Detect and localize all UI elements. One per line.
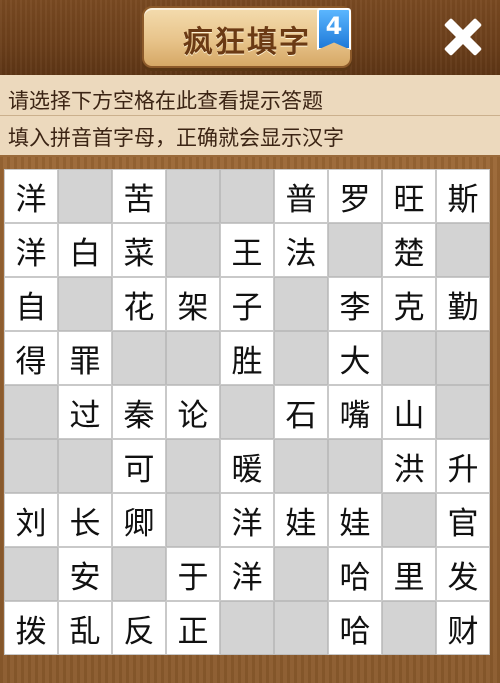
- blank-cell[interactable]: [166, 439, 220, 493]
- filled-cell[interactable]: 洋: [220, 493, 274, 547]
- filled-cell[interactable]: 花: [112, 277, 166, 331]
- filled-cell[interactable]: 安: [58, 547, 112, 601]
- blank-cell[interactable]: [166, 331, 220, 385]
- filled-cell[interactable]: 洋: [220, 547, 274, 601]
- blank-cell[interactable]: [274, 439, 328, 493]
- blank-cell[interactable]: [220, 601, 274, 655]
- blank-cell[interactable]: [220, 385, 274, 439]
- filled-cell[interactable]: 卿: [112, 493, 166, 547]
- filled-cell[interactable]: 法: [274, 223, 328, 277]
- hint-divider: [0, 115, 500, 116]
- filled-cell[interactable]: 苦: [112, 169, 166, 223]
- puzzle-board: 洋苦普罗旺斯洋白菜王法楚自花架子李克勤得罪胜大过秦论石嘴山可暖洪升刘长卿洋娃娃官…: [0, 157, 500, 683]
- filled-cell[interactable]: 过: [58, 385, 112, 439]
- blank-cell[interactable]: [166, 223, 220, 277]
- filled-cell[interactable]: 升: [436, 439, 490, 493]
- filled-cell[interactable]: 白: [58, 223, 112, 277]
- blank-cell[interactable]: [4, 547, 58, 601]
- blank-cell[interactable]: [58, 277, 112, 331]
- filled-cell[interactable]: 发: [436, 547, 490, 601]
- blank-cell[interactable]: [328, 223, 382, 277]
- close-icon[interactable]: [436, 10, 490, 64]
- filled-cell[interactable]: 普: [274, 169, 328, 223]
- blank-cell[interactable]: [436, 223, 490, 277]
- filled-cell[interactable]: 得: [4, 331, 58, 385]
- blank-cell[interactable]: [166, 493, 220, 547]
- filled-cell[interactable]: 洪: [382, 439, 436, 493]
- hint-text-instructions: 填入拼音首字母，正确就会显示汉字: [8, 126, 344, 150]
- filled-cell[interactable]: 罗: [328, 169, 382, 223]
- blank-cell[interactable]: [436, 385, 490, 439]
- filled-cell[interactable]: 论: [166, 385, 220, 439]
- filled-cell[interactable]: 克: [382, 277, 436, 331]
- filled-cell[interactable]: 长: [58, 493, 112, 547]
- hint-panel[interactable]: 请选择下方空格在此查看提示答题 填入拼音首字母，正确就会显示汉字: [0, 75, 500, 157]
- blank-cell[interactable]: [58, 439, 112, 493]
- level-number: 4: [325, 12, 343, 40]
- filled-cell[interactable]: 嘴: [328, 385, 382, 439]
- filled-cell[interactable]: 胜: [220, 331, 274, 385]
- filled-cell[interactable]: 乱: [58, 601, 112, 655]
- blank-cell[interactable]: [4, 439, 58, 493]
- filled-cell[interactable]: 哈: [328, 547, 382, 601]
- filled-cell[interactable]: 刘: [4, 493, 58, 547]
- blank-cell[interactable]: [220, 169, 274, 223]
- blank-cell[interactable]: [274, 277, 328, 331]
- filled-cell[interactable]: 财: [436, 601, 490, 655]
- filled-cell[interactable]: 斯: [436, 169, 490, 223]
- filled-cell[interactable]: 大: [328, 331, 382, 385]
- filled-cell[interactable]: 石: [274, 385, 328, 439]
- blank-cell[interactable]: [274, 601, 328, 655]
- filled-cell[interactable]: 秦: [112, 385, 166, 439]
- filled-cell[interactable]: 娃: [328, 493, 382, 547]
- filled-cell[interactable]: 李: [328, 277, 382, 331]
- blank-cell[interactable]: [4, 385, 58, 439]
- blank-cell[interactable]: [382, 331, 436, 385]
- filled-cell[interactable]: 架: [166, 277, 220, 331]
- filled-cell[interactable]: 可: [112, 439, 166, 493]
- filled-cell[interactable]: 菜: [112, 223, 166, 277]
- filled-cell[interactable]: 旺: [382, 169, 436, 223]
- blank-cell[interactable]: [112, 331, 166, 385]
- blank-cell[interactable]: [112, 547, 166, 601]
- filled-cell[interactable]: 拨: [4, 601, 58, 655]
- blank-cell[interactable]: [436, 331, 490, 385]
- filled-cell[interactable]: 罪: [58, 331, 112, 385]
- hint-text-select: 请选择下方空格在此查看提示答题: [8, 89, 323, 113]
- crossword-grid: 洋苦普罗旺斯洋白菜王法楚自花架子李克勤得罪胜大过秦论石嘴山可暖洪升刘长卿洋娃娃官…: [4, 169, 490, 655]
- filled-cell[interactable]: 子: [220, 277, 274, 331]
- filled-cell[interactable]: 哈: [328, 601, 382, 655]
- filled-cell[interactable]: 山: [382, 385, 436, 439]
- filled-cell[interactable]: 自: [4, 277, 58, 331]
- blank-cell[interactable]: [274, 331, 328, 385]
- filled-cell[interactable]: 于: [166, 547, 220, 601]
- filled-cell[interactable]: 正: [166, 601, 220, 655]
- filled-cell[interactable]: 里: [382, 547, 436, 601]
- blank-cell[interactable]: [58, 169, 112, 223]
- game-title: 疯狂填字: [183, 25, 311, 60]
- filled-cell[interactable]: 勤: [436, 277, 490, 331]
- filled-cell[interactable]: 娃: [274, 493, 328, 547]
- filled-cell[interactable]: 洋: [4, 223, 58, 277]
- blank-cell[interactable]: [166, 169, 220, 223]
- blank-cell[interactable]: [274, 547, 328, 601]
- filled-cell[interactable]: 暖: [220, 439, 274, 493]
- filled-cell[interactable]: 洋: [4, 169, 58, 223]
- blank-cell[interactable]: [382, 601, 436, 655]
- filled-cell[interactable]: 反: [112, 601, 166, 655]
- blank-cell[interactable]: [328, 439, 382, 493]
- filled-cell[interactable]: 官: [436, 493, 490, 547]
- blank-cell[interactable]: [382, 493, 436, 547]
- filled-cell[interactable]: 王: [220, 223, 274, 277]
- filled-cell[interactable]: 楚: [382, 223, 436, 277]
